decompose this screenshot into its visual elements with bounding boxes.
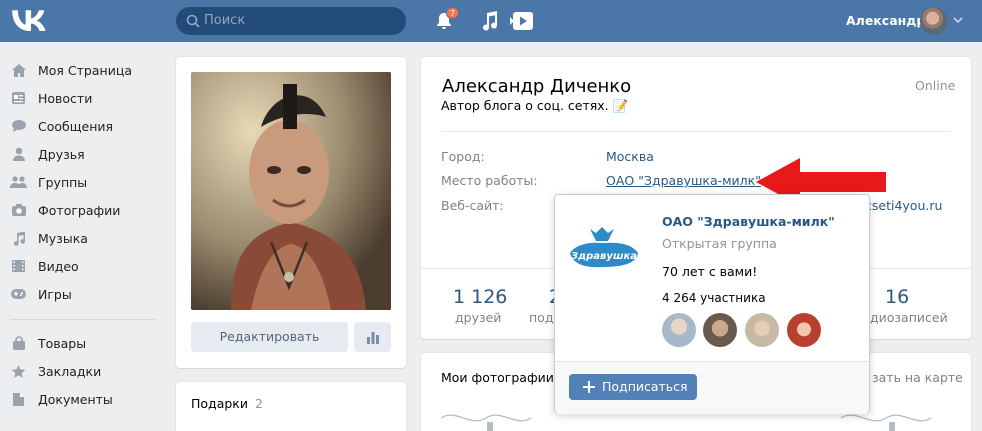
sidebar-item-label: Документы: [38, 391, 113, 407]
sidebar-item-label: Видео: [38, 258, 79, 274]
work-label: Место работы:: [441, 173, 538, 188]
profile-name: Александр Диченко: [442, 76, 632, 97]
music-icon: [10, 231, 27, 246]
bar-chart-icon: [366, 332, 379, 344]
subscribe-button[interactable]: Подписаться: [569, 374, 697, 400]
search-input[interactable]: Поиск: [176, 7, 406, 35]
sidebar-item-label: Моя Страница: [38, 62, 132, 78]
vk-logo-icon[interactable]: [12, 9, 46, 33]
member-avatar[interactable]: [662, 313, 696, 347]
city-link[interactable]: Москва: [606, 149, 654, 164]
sidebar-item-label: Группы: [38, 174, 88, 190]
bag-icon: [10, 335, 27, 351]
gifts-header[interactable]: Подарки 2: [191, 396, 263, 411]
sidebar-item-games[interactable]: Игры: [10, 280, 160, 308]
gifts-label: Подарки: [191, 396, 248, 411]
gamepad-icon: [10, 287, 27, 302]
website-label: Веб-сайт:: [441, 198, 504, 213]
music-note-icon[interactable]: [480, 10, 500, 32]
sidebar-item-label: Новости: [38, 90, 93, 106]
chevron-down-icon[interactable]: [953, 16, 963, 24]
sidebar-item-friends[interactable]: Друзья: [10, 140, 160, 168]
work-link[interactable]: ОАО "Здравушка-милк": [606, 173, 761, 188]
videos-label[interactable]: диозаписей: [870, 310, 948, 325]
member-avatar[interactable]: [703, 313, 737, 347]
top-bar: Поиск 7 Александр: [0, 0, 982, 42]
search-placeholder: Поиск: [204, 13, 246, 28]
show-on-map-link[interactable]: зать на карте: [872, 370, 963, 385]
subscribe-label: Подписаться: [602, 379, 688, 394]
notifications-badge: 7: [446, 7, 460, 19]
header-avatar[interactable]: [920, 7, 948, 35]
online-status: Online: [915, 78, 956, 93]
group-logo[interactable]: Здравушка: [568, 223, 640, 275]
popup-members-count[interactable]: 4 264 участника: [662, 291, 766, 305]
friends-icon: [10, 147, 27, 162]
videos-count[interactable]: 16: [885, 286, 909, 308]
member-avatar[interactable]: [745, 313, 779, 347]
profile-photo[interactable]: [191, 72, 391, 310]
sidebar-item-documents[interactable]: Документы: [10, 385, 160, 413]
popup-group-description: 70 лет с вами!: [662, 264, 758, 279]
sidebar-item-label: Фотографии: [38, 202, 121, 218]
sidebar-item-label: Закладки: [38, 363, 102, 379]
sidebar-item-my-page[interactable]: Моя Страница: [10, 56, 160, 84]
sidebar-item-market[interactable]: Товары: [10, 329, 160, 357]
groups-icon: [10, 175, 27, 190]
sidebar-item-label: Сообщения: [38, 118, 114, 134]
messages-icon: [10, 119, 27, 134]
popup-group-type: Открытая группа: [662, 236, 777, 251]
sidebar-item-label: Игры: [38, 286, 72, 302]
camera-icon: [10, 203, 27, 218]
photos-title[interactable]: Мои фотографии: [441, 370, 554, 385]
sidebar-item-news[interactable]: Новости: [10, 84, 160, 112]
friends-label[interactable]: друзей: [455, 310, 501, 325]
sidebar-item-label: Друзья: [38, 146, 85, 162]
sidebar-item-label: Товары: [38, 335, 87, 351]
search-icon: [186, 14, 200, 28]
profile-photo-image: [191, 72, 391, 310]
sidebar-divider: [10, 319, 155, 320]
sidebar-item-groups[interactable]: Группы: [10, 168, 160, 196]
home-icon: [10, 63, 27, 78]
header-user-name[interactable]: Александр: [846, 13, 925, 28]
popup-footer: Подписаться: [555, 361, 869, 414]
member-avatar[interactable]: [787, 313, 821, 347]
city-label: Город:: [441, 149, 485, 164]
profile-status[interactable]: Автор блога о соц. сетях. 📝: [441, 98, 628, 114]
video-play-icon[interactable]: [509, 10, 535, 32]
group-preview-popup: Здравушка ОАО "Здравушка-милк" Открытая …: [554, 194, 870, 414]
star-icon: [10, 364, 27, 379]
divider: [441, 131, 951, 132]
sidebar-item-video[interactable]: Видео: [10, 252, 160, 280]
edit-profile-button[interactable]: Редактировать: [191, 322, 348, 352]
popup-group-name[interactable]: ОАО "Здравушка-милк": [662, 214, 835, 229]
sidebar-item-messages[interactable]: Сообщения: [10, 112, 160, 140]
sidebar-menu: Моя Страница Новости Сообщения Друзья Гр…: [10, 56, 160, 413]
group-logo-text: Здравушка: [571, 251, 637, 262]
sidebar-item-bookmarks[interactable]: Закладки: [10, 357, 160, 385]
sidebar-item-photos[interactable]: Фотографии: [10, 196, 160, 224]
sidebar-item-music[interactable]: Музыка: [10, 224, 160, 252]
sidebar-item-label: Музыка: [38, 230, 88, 246]
video-icon: [10, 259, 27, 274]
friends-count[interactable]: 1 126: [453, 286, 507, 308]
document-icon: [10, 392, 27, 407]
stats-button[interactable]: [354, 322, 391, 352]
gifts-count: 2: [254, 396, 263, 411]
news-icon: [10, 91, 27, 106]
plus-icon: [583, 381, 595, 393]
